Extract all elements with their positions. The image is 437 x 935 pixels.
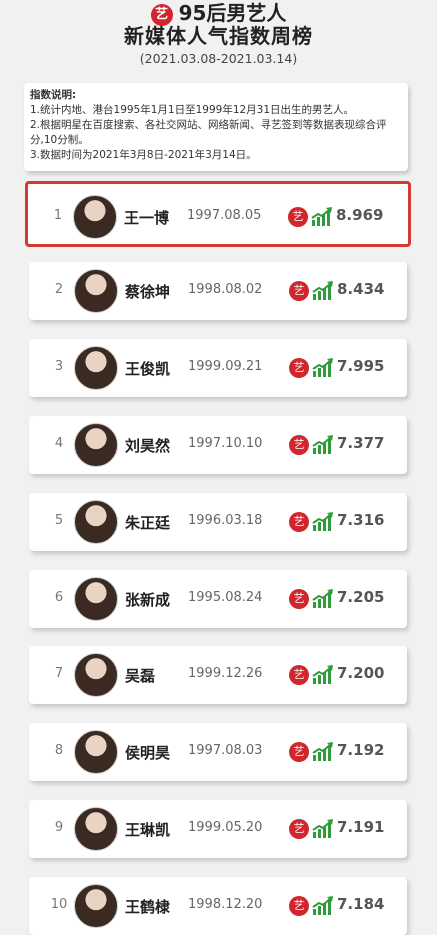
date-range: (2021.03.08-2021.03.14) xyxy=(139,51,298,66)
avatar xyxy=(74,423,118,467)
yi-badge-icon: 艺 xyxy=(289,358,309,378)
trend-up-icon xyxy=(312,435,334,455)
avatar xyxy=(74,500,118,544)
ranking-card[interactable]: 7 吴磊 1999.12.26 艺 7.200 xyxy=(29,646,407,704)
ranking-card[interactable]: 9 王琳凯 1999.05.20 艺 7.191 xyxy=(29,800,407,858)
avatar xyxy=(74,577,118,621)
notes-line-3: 3.数据时间为2021年3月8日-2021年3月14日。 xyxy=(30,149,257,161)
birth-date: 1996.03.18 xyxy=(188,513,263,528)
score-value: 7.184 xyxy=(337,895,385,913)
ranking-card[interactable]: 2 蔡徐坤 1998.08.02 艺 8.434 xyxy=(29,262,407,320)
birth-date: 1995.08.24 xyxy=(188,590,263,605)
trend-up-icon xyxy=(312,896,334,916)
score-value: 7.995 xyxy=(337,357,385,375)
avatar xyxy=(74,884,118,928)
yi-badge-icon: 艺 xyxy=(288,207,308,227)
avatar xyxy=(74,653,118,697)
ranking-card[interactable]: 6 张新成 1995.08.24 艺 7.205 xyxy=(29,570,407,628)
trend-up-icon xyxy=(312,281,334,301)
yi-badge-icon: 艺 xyxy=(289,589,309,609)
rank-number: 6 xyxy=(54,590,64,605)
notes-line-1: 1.统计内地、港台1995年1月1日至1999年12月31日出生的男艺人。 xyxy=(30,104,355,116)
artist-name: 张新成 xyxy=(125,591,171,609)
yi-badge-icon: 艺 xyxy=(289,281,309,301)
artist-name: 朱正廷 xyxy=(125,514,171,532)
rank-number: 9 xyxy=(54,820,64,835)
rank-number: 1 xyxy=(53,208,63,223)
ranking-card[interactable]: 5 朱正廷 1996.03.18 艺 7.316 xyxy=(29,493,407,551)
birth-date: 1998.12.20 xyxy=(188,897,263,912)
rank-number: 5 xyxy=(54,513,64,528)
trend-up-icon xyxy=(312,589,334,609)
score-value: 7.200 xyxy=(337,664,385,682)
rank-number: 8 xyxy=(54,743,64,758)
artist-name: 王一博 xyxy=(124,209,170,227)
artist-name: 蔡徐坤 xyxy=(125,283,171,301)
score-value: 7.205 xyxy=(337,588,385,606)
birth-date: 1999.09.21 xyxy=(188,359,263,374)
ranking-card[interactable]: 4 刘昊然 1997.10.10 艺 7.377 xyxy=(29,416,407,474)
birth-date: 1997.08.03 xyxy=(188,743,263,758)
notes-heading: 指数说明: xyxy=(30,89,77,101)
avatar xyxy=(74,730,118,774)
birth-date: 1997.10.10 xyxy=(188,436,263,451)
birth-date: 1999.12.26 xyxy=(188,666,263,681)
score-value: 7.316 xyxy=(337,511,385,529)
artist-name: 王琳凯 xyxy=(125,821,171,839)
yi-badge-icon: 艺 xyxy=(289,435,309,455)
yi-badge-icon: 艺 xyxy=(289,819,309,839)
rank-number: 2 xyxy=(54,282,64,297)
avatar xyxy=(73,195,117,239)
yi-badge-icon: 艺 xyxy=(289,665,309,685)
score-value: 7.377 xyxy=(337,434,385,452)
score-value: 7.192 xyxy=(337,741,385,759)
trend-up-icon xyxy=(312,742,334,762)
title-text-1: 95后男艺人 xyxy=(178,1,287,25)
avatar xyxy=(74,346,118,390)
yi-badge-icon: 艺 xyxy=(289,512,309,532)
title-line-2: 新媒体人气指数周榜 xyxy=(124,24,313,48)
artist-name: 侯明昊 xyxy=(125,744,171,762)
rank-number: 3 xyxy=(54,359,64,374)
yi-badge-icon: 艺 xyxy=(289,742,309,762)
rank-number: 10 xyxy=(50,897,68,912)
artist-name: 王俊凯 xyxy=(125,360,171,378)
score-value: 8.434 xyxy=(337,280,385,298)
ranking-card[interactable]: 10 王鹤棣 1998.12.20 艺 7.184 xyxy=(29,877,407,935)
index-notes-box: 指数说明: 1.统计内地、港台1995年1月1日至1999年12月31日出生的男… xyxy=(24,83,408,171)
trend-up-icon xyxy=(312,512,334,532)
ranking-card[interactable]: 3 王俊凯 1999.09.21 艺 7.995 xyxy=(29,339,407,397)
trend-up-icon xyxy=(312,358,334,378)
notes-line-2: 2.根据明星在百度搜索、各社交网站、网络新闻、寻艺签到等数据表现综合评分,10分… xyxy=(30,119,387,146)
artist-name: 王鹤棣 xyxy=(125,898,171,916)
birth-date: 1999.05.20 xyxy=(188,820,263,835)
artist-name: 刘昊然 xyxy=(125,437,171,455)
rank-number: 7 xyxy=(54,666,64,681)
avatar xyxy=(74,807,118,851)
ranking-card[interactable]: 1 王一博 1997.08.05 艺 8.969 xyxy=(25,181,411,247)
score-value: 8.969 xyxy=(336,206,384,224)
avatar xyxy=(74,269,118,313)
trend-up-icon xyxy=(312,819,334,839)
trend-up-icon xyxy=(311,207,333,227)
yi-badge-icon: 艺 xyxy=(289,896,309,916)
rank-number: 4 xyxy=(54,436,64,451)
artist-name: 吴磊 xyxy=(125,667,156,685)
birth-date: 1998.08.02 xyxy=(188,282,263,297)
score-value: 7.191 xyxy=(337,818,385,836)
ranking-card[interactable]: 8 侯明昊 1997.08.03 艺 7.192 xyxy=(29,723,407,781)
birth-date: 1997.08.05 xyxy=(187,208,262,223)
page-header: 艺 95后男艺人 新媒体人气指数周榜 (2021.03.08-2021.03.14… xyxy=(0,0,437,76)
trend-up-icon xyxy=(312,665,334,685)
